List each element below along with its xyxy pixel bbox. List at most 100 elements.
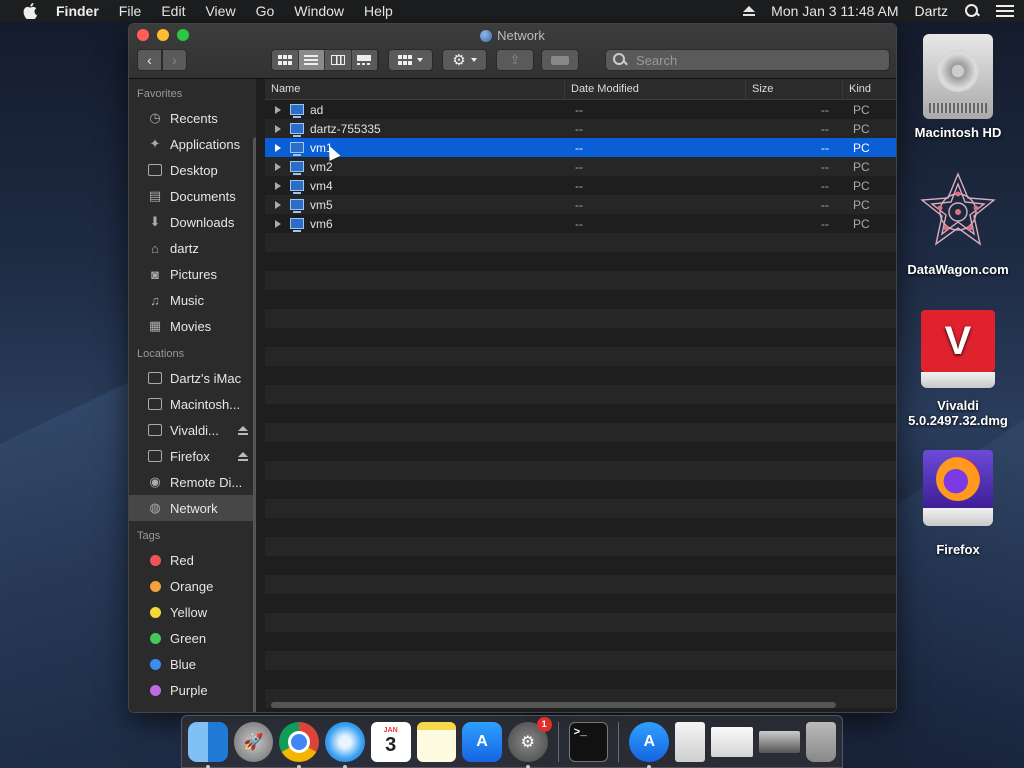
desktop-icon-vivaldi-dmg[interactable]: V Vivaldi 5.0.2497.32.dmg <box>898 310 1018 428</box>
search-input[interactable] <box>636 52 876 68</box>
edit-tags-button[interactable] <box>541 49 579 71</box>
table-row-selected[interactable]: vm1 -- -- PC <box>265 138 896 157</box>
menu-edit[interactable]: Edit <box>161 3 185 19</box>
icon-view-button[interactable] <box>272 50 299 70</box>
sidebar-scrollbar[interactable] <box>253 137 256 712</box>
menu-window[interactable]: Window <box>294 3 344 19</box>
column-header-size[interactable]: Size <box>746 79 843 99</box>
tag-color-dot-icon <box>149 580 161 592</box>
column-view-button[interactable] <box>325 50 352 70</box>
dock-system-preferences-icon[interactable]: ⚙ 1 <box>507 716 552 768</box>
chevron-right-icon: › <box>172 52 177 68</box>
sidebar-tag-red[interactable]: Red <box>129 547 256 573</box>
music-note-icon: ♫ <box>150 292 160 308</box>
dock-safari-icon[interactable] <box>325 721 365 768</box>
column-header-date-modified[interactable]: Date Modified <box>565 79 746 99</box>
share-button[interactable]: ⇪ <box>496 49 534 71</box>
eject-icon[interactable] <box>743 5 756 17</box>
menu-file[interactable]: File <box>119 3 142 19</box>
horizontal-scrollbar[interactable] <box>271 702 836 708</box>
sidebar-item-applications[interactable]: ✦ Applications <box>129 131 256 157</box>
disclosure-triangle-icon[interactable] <box>275 124 281 133</box>
list-view-button[interactable] <box>298 50 325 70</box>
sidebar-item-firefox[interactable]: Firefox <box>129 443 256 469</box>
spotlight-search-icon[interactable] <box>964 3 980 19</box>
sidebar-item-remote-disc[interactable]: ◉ Remote Di... <box>129 469 256 495</box>
menu-help[interactable]: Help <box>364 3 393 19</box>
dock-trash-icon[interactable] <box>806 721 837 762</box>
sidebar-item-pictures[interactable]: ◙ Pictures <box>129 261 256 287</box>
gallery-view-button[interactable] <box>351 50 378 70</box>
clock-icon: ◷ <box>149 110 161 125</box>
disclosure-triangle-icon[interactable] <box>275 181 281 190</box>
dock-document-icon[interactable] <box>675 721 705 762</box>
menu-user[interactable]: Dartz <box>915 3 948 19</box>
dock-terminal-icon[interactable]: >_ <box>568 721 609 762</box>
table-row[interactable]: ad -- -- PC <box>265 100 896 119</box>
desktop-icon-datawagon[interactable]: DataWagon.com <box>898 170 1018 277</box>
column-header-kind[interactable]: Kind <box>843 79 896 99</box>
disk-icon <box>146 396 164 412</box>
table-row[interactable]: vm5 -- -- PC <box>265 195 896 214</box>
menu-go[interactable]: Go <box>256 3 275 19</box>
desktop-icon-firefox[interactable]: Firefox <box>898 450 1018 557</box>
dock-app-store-icon[interactable]: A <box>462 721 502 762</box>
sidebar-item-imac[interactable]: Dartz's iMac <box>129 365 256 391</box>
sidebar-item-documents[interactable]: ▤ Documents <box>129 183 256 209</box>
disclosure-triangle-icon[interactable] <box>275 200 281 209</box>
disclosure-triangle-icon[interactable] <box>275 162 281 171</box>
column-header-name[interactable]: Name <box>265 79 565 99</box>
documents-icon: ▤ <box>148 188 162 203</box>
sidebar-item-movies[interactable]: ▦ Movies <box>129 313 256 339</box>
dock-screenshot-file-icon[interactable] <box>758 730 801 753</box>
action-button[interactable]: ⚙ <box>442 49 487 71</box>
desktop-icon-macintosh-hd[interactable]: Macintosh HD <box>898 34 1018 140</box>
dock-image-file-icon[interactable] <box>710 726 753 757</box>
disclosure-triangle-icon[interactable] <box>275 219 281 228</box>
tag-color-dot-icon <box>149 554 161 566</box>
dock-notes-icon[interactable] <box>416 721 457 762</box>
dock-chrome-icon[interactable] <box>279 721 320 768</box>
sidebar-tag-purple[interactable]: Purple <box>129 677 256 703</box>
menu-clock[interactable]: Mon Jan 3 11:48 AM <box>771 3 898 19</box>
sidebar-tag-blue[interactable]: Blue <box>129 651 256 677</box>
eject-icon[interactable] <box>238 425 248 435</box>
sidebar-item-desktop[interactable]: Desktop <box>129 157 256 183</box>
sidebar-item-network[interactable]: ◍ Network <box>129 495 256 521</box>
file-name: dartz-755335 <box>310 121 381 136</box>
dock-launchpad-icon[interactable]: 🚀 <box>233 721 274 762</box>
search-field[interactable] <box>605 49 890 71</box>
menu-view[interactable]: View <box>205 3 235 19</box>
sidebar-item-recents[interactable]: ◷ Recents <box>129 105 256 131</box>
dock-calendar-icon[interactable]: JAN 3 <box>370 721 411 762</box>
sidebar-tag-yellow[interactable]: Yellow <box>129 599 256 625</box>
dock-app-store-download-icon[interactable]: A <box>629 721 670 768</box>
file-name: vm5 <box>310 197 333 212</box>
sidebar-item-macintosh-hd[interactable]: Macintosh... <box>129 391 256 417</box>
sidebar-item-downloads[interactable]: ⬇ Downloads <box>129 209 256 235</box>
back-button[interactable]: ‹ <box>137 49 162 71</box>
sidebar-item-vivaldi[interactable]: Vivaldi... <box>129 417 256 443</box>
sidebar-tag-orange[interactable]: Orange <box>129 573 256 599</box>
disk-icon <box>146 448 164 464</box>
sidebar-tag-green[interactable]: Green <box>129 625 256 651</box>
sidebar-item-music[interactable]: ♫ Music <box>129 287 256 313</box>
table-row[interactable]: vm6 -- -- PC <box>265 214 896 233</box>
table-row[interactable]: vm4 -- -- PC <box>265 176 896 195</box>
notification-center-icon[interactable] <box>996 5 1014 17</box>
dock-finder-icon[interactable] <box>188 721 228 768</box>
forward-button[interactable]: › <box>162 49 187 71</box>
group-by-button[interactable] <box>388 49 433 71</box>
grid-icon <box>277 55 292 65</box>
remote-disc-icon: ◉ <box>149 474 161 489</box>
grid-icon <box>398 55 412 65</box>
sidebar-item-home[interactable]: ⌂ dartz <box>129 235 256 261</box>
table-row[interactable]: vm2 -- -- PC <box>265 157 896 176</box>
apple-menu-icon[interactable] <box>22 3 38 19</box>
table-row[interactable]: dartz-755335 -- -- PC <box>265 119 896 138</box>
disclosure-triangle-icon[interactable] <box>275 143 281 152</box>
disclosure-triangle-icon[interactable] <box>275 105 281 114</box>
menu-app-name[interactable]: Finder <box>56 3 99 19</box>
file-name: ad <box>310 102 324 117</box>
eject-icon[interactable] <box>238 451 248 461</box>
